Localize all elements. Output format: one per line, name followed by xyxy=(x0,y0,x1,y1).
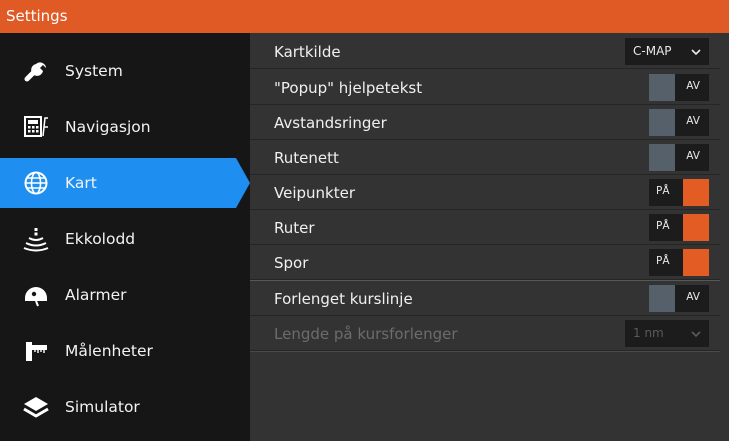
setting-label: Veipunkter xyxy=(274,184,355,202)
sidebar-item-label: Ekkolodd xyxy=(65,230,136,248)
settings-panel: Kartkilde C-MAP "Popup" hjelpetekst AV A… xyxy=(250,33,729,441)
setting-label: Forlenget kurslinje xyxy=(274,290,413,308)
setting-label: Spor xyxy=(274,254,309,272)
setting-row-veipunkter: Veipunkter PÅ xyxy=(250,176,720,210)
veipunkter-toggle[interactable]: PÅ xyxy=(649,179,709,206)
sidebar-item-ekkolodd[interactable]: Ekkolodd xyxy=(0,211,250,267)
kartkilde-dropdown[interactable]: C-MAP xyxy=(625,38,709,65)
toggle-knob xyxy=(649,144,675,171)
toggle-knob xyxy=(683,249,709,276)
alarm-icon xyxy=(25,287,47,307)
dropdown-value: C-MAP xyxy=(633,44,672,58)
forlenget-kurslinje-toggle[interactable]: AV xyxy=(649,285,709,312)
sidebar-item-label: System xyxy=(65,62,123,80)
chevron-down-icon xyxy=(691,331,701,338)
sidebar-item-system[interactable]: System xyxy=(0,43,250,99)
navigation-calculator-icon xyxy=(24,116,48,137)
setting-label: "Popup" hjelpetekst xyxy=(274,79,423,97)
chevron-down-icon xyxy=(691,49,701,56)
setting-row-spor: Spor PÅ xyxy=(250,246,720,280)
toggle-knob xyxy=(683,214,709,241)
sidebar: System Navigasjon Kart Ekkolodd Alarmer … xyxy=(0,33,250,441)
setting-label: Lengde på kursforlenger xyxy=(274,325,458,343)
setting-row-lengde-kursforlenger: Lengde på kursforlenger 1 nm xyxy=(250,317,720,351)
toggle-state: AV xyxy=(686,115,700,127)
sidebar-item-kart[interactable]: Kart xyxy=(0,155,250,211)
setting-label: Kartkilde xyxy=(274,43,341,61)
setting-row-popup-hjelpetekst: "Popup" hjelpetekst AV xyxy=(250,71,720,105)
sidebar-item-simulator[interactable]: Simulator xyxy=(0,379,250,435)
popup-hjelpetekst-toggle[interactable]: AV xyxy=(649,74,709,101)
toggle-state: AV xyxy=(686,150,700,162)
setting-row-avstandsringer: Avstandsringer AV xyxy=(250,106,720,140)
sidebar-item-label: Simulator xyxy=(65,398,140,416)
toggle-knob xyxy=(649,285,675,312)
toggle-state: PÅ xyxy=(656,255,670,267)
spor-toggle[interactable]: PÅ xyxy=(649,249,709,276)
sidebar-item-label: Kart xyxy=(65,174,97,192)
section-divider xyxy=(250,351,720,352)
toggle-knob xyxy=(649,74,675,101)
globe-icon xyxy=(24,171,48,195)
setting-row-ruter: Ruter PÅ xyxy=(250,211,720,245)
ruter-toggle[interactable]: PÅ xyxy=(649,214,709,241)
sidebar-item-label: Alarmer xyxy=(65,286,127,304)
section-divider xyxy=(250,280,720,281)
toggle-state: PÅ xyxy=(656,185,670,197)
sidebar-item-alarmer[interactable]: Alarmer xyxy=(0,267,250,323)
sonar-icon xyxy=(23,228,49,252)
setting-label: Avstandsringer xyxy=(274,114,387,132)
sidebar-item-label: Navigasjon xyxy=(65,118,151,136)
setting-label: Rutenett xyxy=(274,149,339,167)
ruler-icon xyxy=(26,342,47,361)
toggle-knob xyxy=(683,179,709,206)
kursforlenger-length-dropdown[interactable]: 1 nm xyxy=(625,320,709,347)
toggle-state: AV xyxy=(686,80,700,92)
setting-label: Ruter xyxy=(274,219,315,237)
sidebar-item-label: Målenheter xyxy=(65,342,153,360)
toggle-state: AV xyxy=(686,291,700,303)
dropdown-value: 1 nm xyxy=(633,326,664,340)
avstandsringer-toggle[interactable]: AV xyxy=(649,109,709,136)
setting-row-forlenget-kurslinje: Forlenget kurslinje AV xyxy=(250,282,720,316)
sidebar-item-malenheter[interactable]: Målenheter xyxy=(0,323,250,379)
window-title: Settings xyxy=(6,7,68,25)
setting-row-rutenett: Rutenett AV xyxy=(250,141,720,175)
wrench-icon xyxy=(24,62,46,82)
toggle-state: PÅ xyxy=(656,220,670,232)
setting-row-kartkilde: Kartkilde C-MAP xyxy=(250,35,720,69)
rutenett-toggle[interactable]: AV xyxy=(649,144,709,171)
layers-icon xyxy=(23,397,49,418)
sidebar-item-navigasjon[interactable]: Navigasjon xyxy=(0,99,250,155)
title-bar: Settings xyxy=(0,0,729,33)
toggle-knob xyxy=(649,109,675,136)
